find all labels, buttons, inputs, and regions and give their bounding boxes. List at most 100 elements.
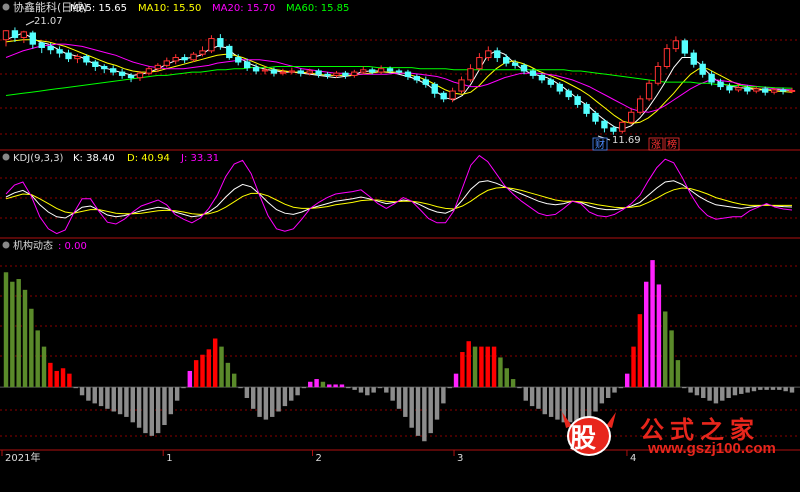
candle-body: [369, 69, 376, 73]
candle-body: [601, 120, 608, 129]
time-label: 1: [166, 453, 172, 464]
inst-bar: [289, 387, 294, 401]
watermark: 股 公式之家 www.gszj100.com: [556, 406, 792, 462]
inst-bar: [739, 387, 744, 394]
inst-bar: [624, 373, 630, 388]
inst-bar: [308, 381, 313, 388]
inst-bar: [403, 387, 408, 417]
candle-body: [270, 69, 278, 74]
candle-body: [279, 71, 287, 74]
inst-bar: [270, 387, 275, 417]
inst-bar: [453, 373, 459, 388]
candle-body: [476, 57, 483, 70]
inst-bar: [631, 346, 636, 388]
candle-body: [181, 57, 188, 61]
candle-body: [592, 112, 599, 122]
inst-bar: [339, 384, 345, 388]
inst-bar: [472, 346, 478, 388]
inst-bar: [365, 387, 370, 396]
ma-legend-item: MA5: 15.65: [70, 3, 127, 14]
inst-title: 机构动态: [13, 239, 53, 252]
inst-bar: [200, 354, 205, 388]
inst-bar: [415, 387, 421, 436]
candle-body: [154, 64, 162, 70]
event-marker[interactable]: 榜: [664, 137, 680, 151]
inst-bar: [79, 387, 85, 396]
inst-bar: [460, 352, 465, 388]
ma-legend-item: MA10: 15.50: [138, 3, 201, 14]
candle-body: [101, 65, 108, 70]
candle-body: [199, 50, 206, 55]
inst-bar: [124, 387, 129, 417]
kdj-collapse-icon[interactable]: [2, 153, 10, 161]
inst-bar: [675, 360, 681, 388]
watermark-logo-text: 股: [570, 424, 597, 454]
candle-body: [386, 68, 394, 72]
inst-bar: [777, 387, 782, 390]
candle-body: [717, 81, 724, 88]
candle-body: [360, 69, 367, 73]
inst-bar: [320, 381, 326, 388]
inst-bar: [732, 387, 738, 396]
inst-bar: [764, 387, 769, 390]
candle-body: [440, 92, 447, 100]
inst-bar: [22, 289, 28, 388]
inst-bar: [92, 387, 97, 404]
inst-bar: [282, 387, 288, 407]
candle-body: [431, 83, 438, 94]
inst-bar: [187, 370, 193, 388]
candle-body: [770, 89, 778, 93]
candle-body: [20, 31, 28, 38]
candle-body: [538, 74, 546, 81]
inst-bar: [542, 387, 548, 415]
inst-bar: [682, 387, 687, 389]
candle-body: [324, 73, 331, 76]
inst-bar: [35, 330, 40, 388]
inst-bar: [466, 341, 471, 388]
ma-legend-item: MA20: 15.70: [212, 3, 275, 14]
candle-body: [610, 127, 617, 132]
candle[interactable]: [645, 79, 653, 102]
candle-body: [110, 68, 117, 73]
candle-body: [306, 70, 313, 74]
candle-body: [190, 53, 197, 61]
candle[interactable]: [619, 120, 626, 134]
inst-bar: [713, 387, 719, 404]
candle-body: [663, 48, 671, 67]
candle[interactable]: [226, 44, 233, 60]
inst-bar: [663, 311, 668, 388]
inst-bar: [751, 387, 757, 392]
inst-panel-header: 机构动态 : 0.00: [2, 239, 87, 252]
inst-bar: [669, 330, 674, 388]
inst-bar: [694, 387, 700, 396]
candle-body: [413, 76, 421, 81]
event-marker-label: 财: [595, 138, 605, 151]
inst-bar: [758, 387, 763, 390]
time-label: 2021年: [5, 451, 40, 464]
inst-bar: [783, 387, 788, 392]
collapse-icon[interactable]: [2, 3, 10, 11]
inst-bar: [479, 346, 484, 388]
inst-bar: [637, 314, 643, 388]
inst-bar: [447, 387, 452, 389]
inst-bar: [441, 387, 446, 404]
inst-bar: [244, 387, 250, 398]
event-marker[interactable]: 涨: [648, 137, 664, 151]
inst-bar: [643, 281, 649, 388]
candle-body: [708, 73, 715, 83]
candle-body: [788, 89, 796, 92]
candle-body: [92, 61, 99, 67]
candle-body: [2, 30, 10, 41]
candle-body: [779, 89, 787, 92]
inst-bar: [434, 387, 440, 420]
inst-bar: [86, 387, 91, 401]
inst-collapse-icon[interactable]: [2, 241, 10, 249]
candle-body: [556, 83, 563, 92]
candle-body: [422, 79, 429, 85]
inst-bar: [136, 387, 142, 428]
candle-body: [288, 70, 295, 73]
candle-body: [690, 52, 697, 65]
event-marker[interactable]: 财: [592, 137, 608, 151]
candle-body: [494, 50, 501, 59]
time-label: 2: [316, 453, 322, 464]
